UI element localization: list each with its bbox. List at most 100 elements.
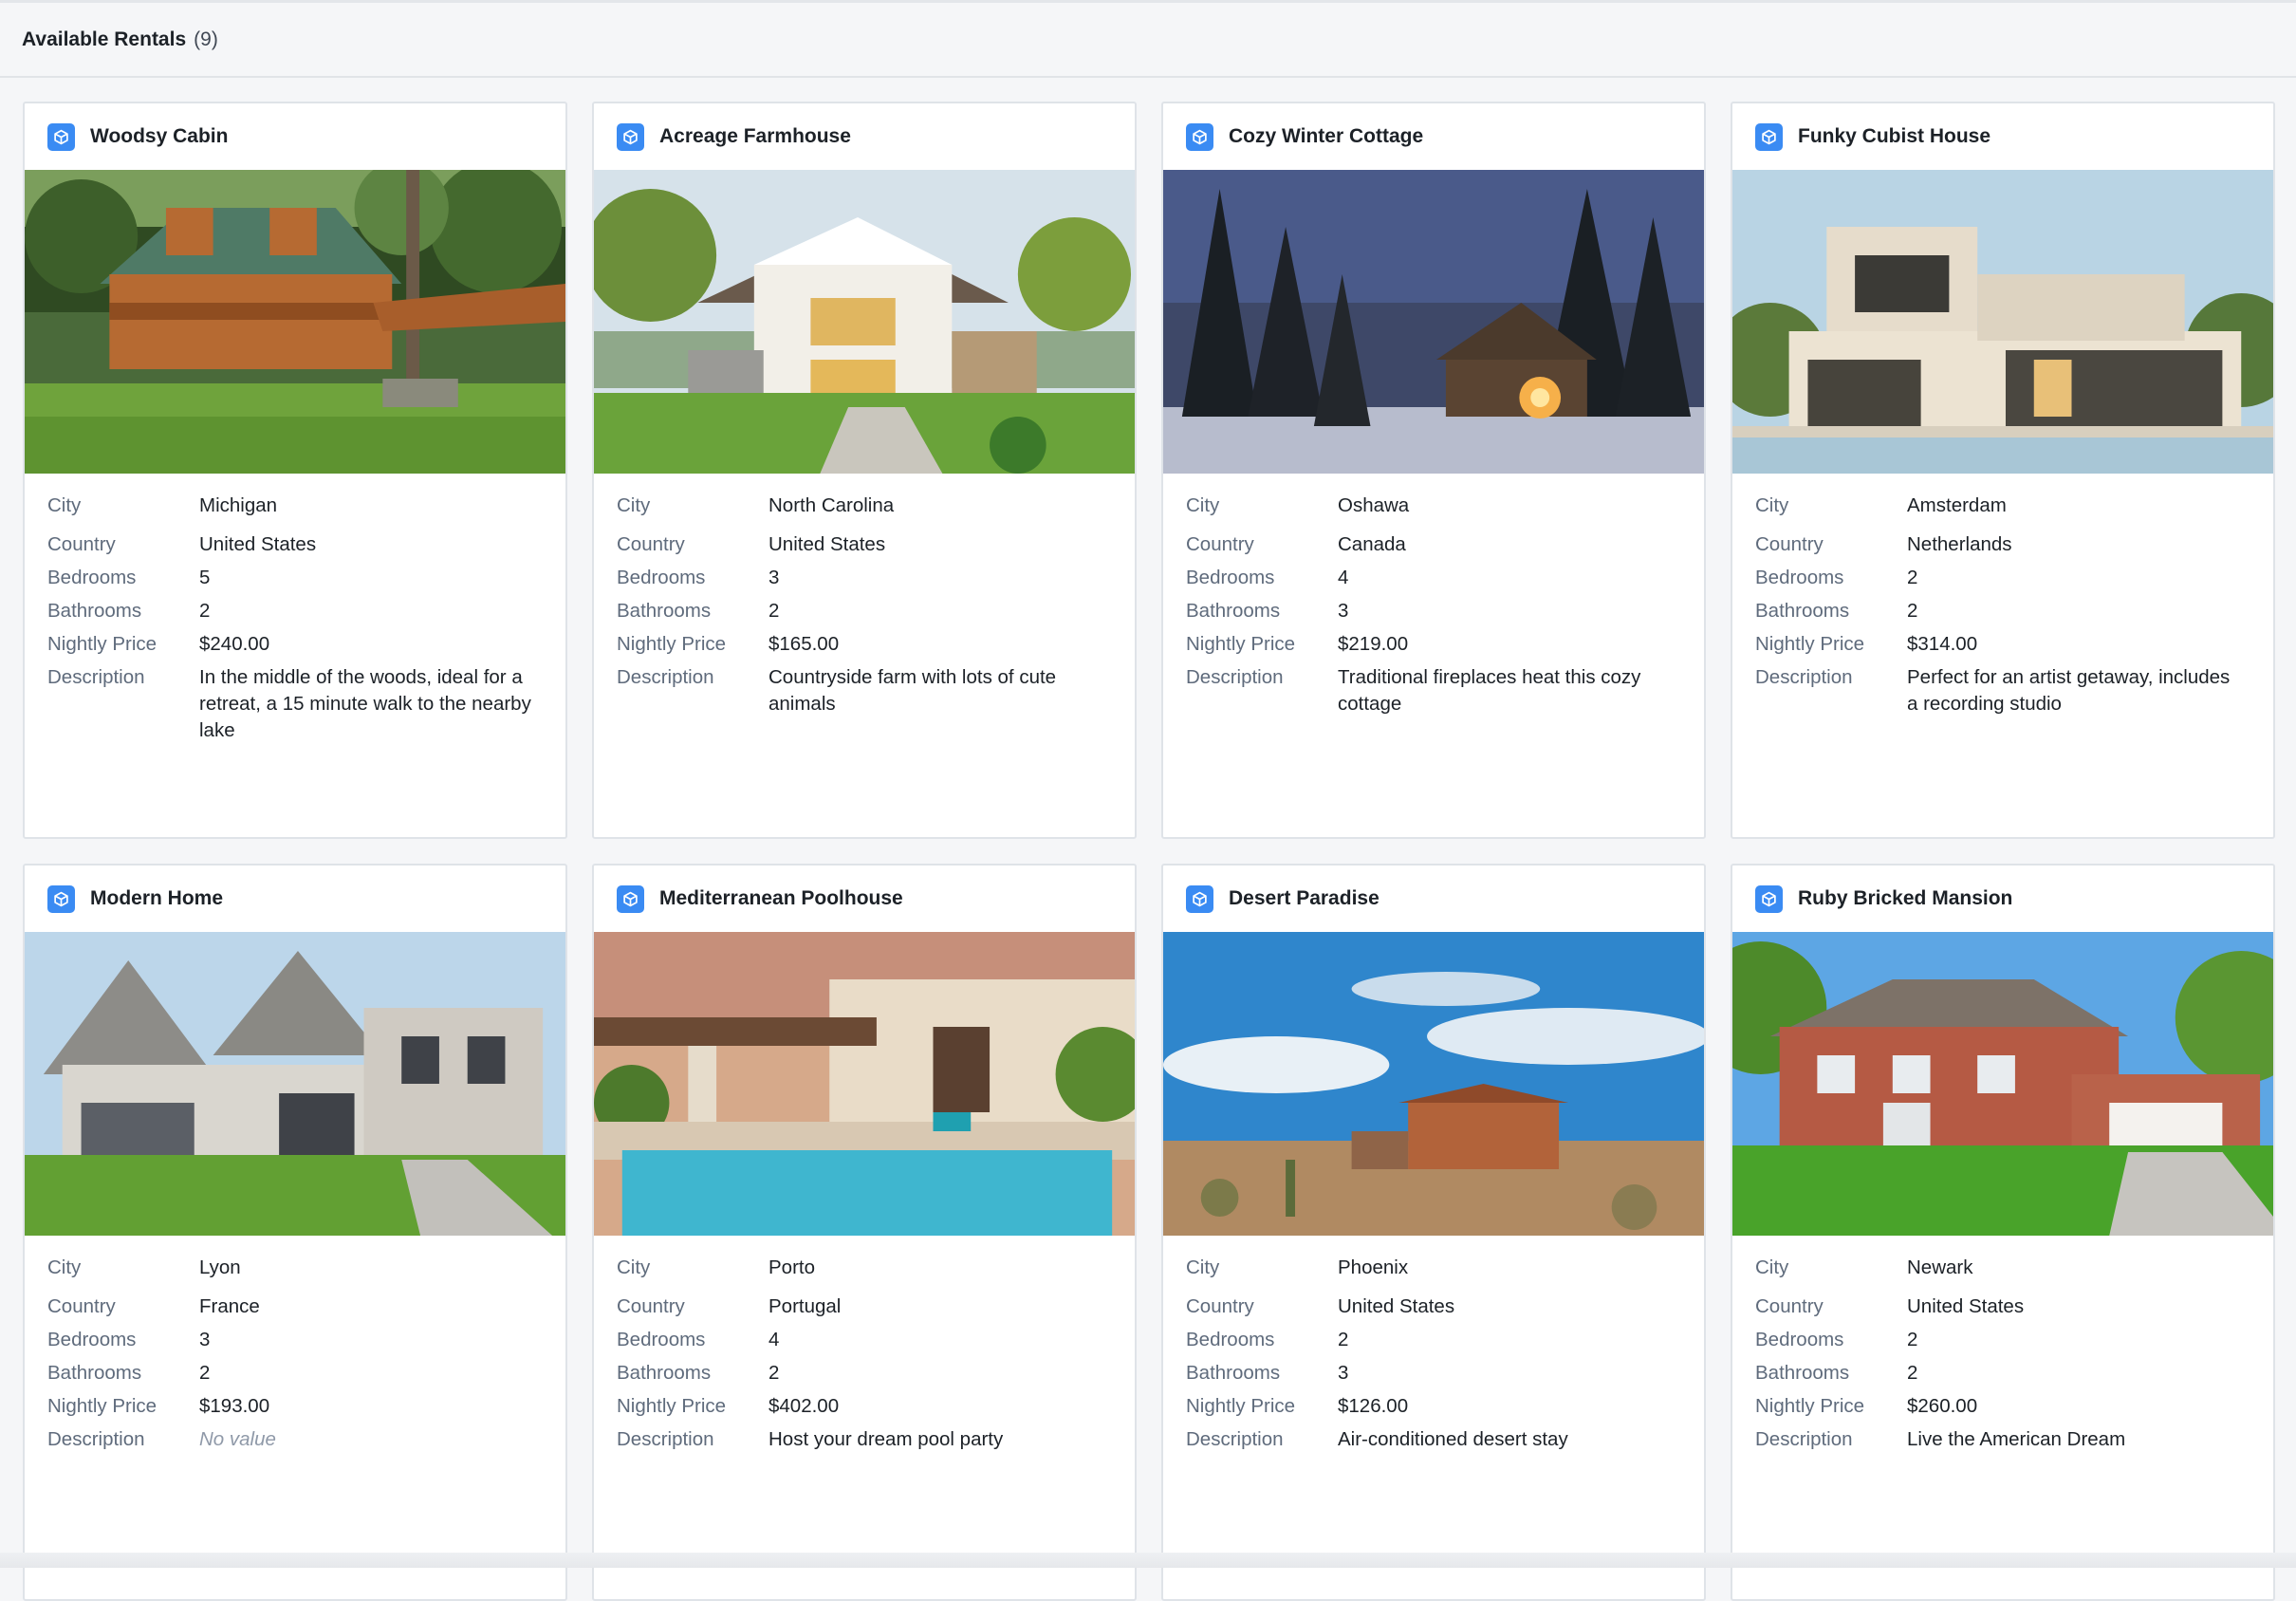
- card-title[interactable]: Funky Cubist House: [1798, 125, 1990, 148]
- rental-card[interactable]: Mediterranean Poolhouse City Porto Countr…: [592, 864, 1137, 1601]
- bedrooms-label: Bedrooms: [1186, 1329, 1275, 1350]
- bathrooms-label: Bathrooms: [47, 1362, 142, 1384]
- card-title[interactable]: Mediterranean Poolhouse: [659, 887, 903, 910]
- rental-card[interactable]: Desert Paradise City Phoenix Country Unite…: [1161, 864, 1706, 1601]
- city-label: City: [1186, 1257, 1220, 1278]
- price-value: $165.00: [768, 633, 840, 655]
- bathrooms-value: 2: [1907, 1362, 1918, 1384]
- property-list: City Lyon Country France Bedrooms 3 Bathroo…: [25, 1236, 565, 1460]
- country-label: Country: [1186, 1295, 1254, 1317]
- cube-icon: [47, 884, 75, 913]
- bedrooms-value: 4: [768, 1329, 780, 1350]
- rental-card[interactable]: Acreage Farmhouse City North Carolina Cou…: [592, 102, 1137, 839]
- price-value: $219.00: [1338, 633, 1409, 655]
- city-value: Phoenix: [1338, 1257, 1409, 1278]
- bathrooms-value: 2: [199, 600, 211, 622]
- description-label: Description: [617, 666, 714, 688]
- bedrooms-label: Bedrooms: [1755, 567, 1844, 588]
- farmhouse-photo: [594, 170, 1135, 474]
- cube-icon: [617, 884, 644, 913]
- bathrooms-label: Bathrooms: [617, 600, 712, 622]
- description-label: Description: [617, 1428, 714, 1450]
- city-label: City: [1186, 494, 1220, 516]
- property-list: City Amsterdam Country Netherlands Bedroom…: [1732, 474, 2273, 724]
- description-value: No value: [199, 1428, 276, 1450]
- price-value: $402.00: [768, 1395, 840, 1417]
- country-value: United States: [768, 533, 886, 555]
- city-value: Porto: [768, 1257, 815, 1278]
- country-value: United States: [1338, 1295, 1455, 1317]
- description-value: Countryside farm with lots of cute anima…: [768, 666, 1057, 715]
- rentals-grid: Woodsy Cabin City Michigan Country United …: [23, 102, 2275, 1601]
- cube-icon: [1186, 122, 1213, 151]
- card-header[interactable]: Funky Cubist House: [1732, 103, 2273, 170]
- bathrooms-label: Bathrooms: [1755, 600, 1850, 622]
- price-label: Nightly Price: [47, 633, 157, 655]
- card-title[interactable]: Cozy Winter Cottage: [1229, 125, 1423, 148]
- card-header[interactable]: Cozy Winter Cottage: [1163, 103, 1704, 170]
- card-header[interactable]: Modern Home: [25, 866, 565, 932]
- price-label: Nightly Price: [1186, 633, 1296, 655]
- card-title[interactable]: Woodsy Cabin: [90, 125, 228, 148]
- description-label: Description: [1755, 666, 1853, 688]
- bedrooms-value: 2: [1907, 567, 1918, 588]
- bedrooms-value: 3: [768, 567, 780, 588]
- description-value: In the middle of the woods, ideal for a …: [199, 666, 531, 741]
- price-label: Nightly Price: [1186, 1395, 1296, 1417]
- price-value: $260.00: [1907, 1395, 1978, 1417]
- card-header[interactable]: Woodsy Cabin: [25, 103, 565, 170]
- price-value: $314.00: [1907, 633, 1978, 655]
- bathrooms-value: 2: [768, 1362, 780, 1384]
- bathrooms-label: Bathrooms: [1186, 1362, 1281, 1384]
- rental-card[interactable]: Ruby Bricked Mansion City Newark Country U…: [1731, 864, 2275, 1601]
- bathrooms-value: 3: [1338, 1362, 1349, 1384]
- card-header[interactable]: Mediterranean Poolhouse: [594, 866, 1135, 932]
- country-label: Country: [1755, 533, 1824, 555]
- card-header[interactable]: Desert Paradise: [1163, 866, 1704, 932]
- bathrooms-label: Bathrooms: [1186, 600, 1281, 622]
- city-value: Newark: [1907, 1257, 1973, 1278]
- price-label: Nightly Price: [1755, 1395, 1865, 1417]
- list-footer-edge: [0, 1553, 2296, 1568]
- city-value: Amsterdam: [1907, 494, 2007, 516]
- rental-card[interactable]: Modern Home City Lyon Country France Bedro…: [23, 864, 567, 1601]
- city-value: Lyon: [199, 1257, 241, 1278]
- price-label: Nightly Price: [617, 1395, 727, 1417]
- bedrooms-value: 2: [1338, 1329, 1349, 1350]
- country-label: Country: [1755, 1295, 1824, 1317]
- price-label: Nightly Price: [617, 633, 727, 655]
- price-value: $193.00: [199, 1395, 270, 1417]
- bedrooms-value: 5: [199, 567, 211, 588]
- rental-card[interactable]: Woodsy Cabin City Michigan Country United …: [23, 102, 567, 839]
- bedrooms-value: 4: [1338, 567, 1349, 588]
- card-header[interactable]: Acreage Farmhouse: [594, 103, 1135, 170]
- bathrooms-value: 3: [1338, 600, 1349, 622]
- card-header[interactable]: Ruby Bricked Mansion: [1732, 866, 2273, 932]
- price-value: $126.00: [1338, 1395, 1409, 1417]
- cube-icon: [1186, 884, 1213, 913]
- list-header: Available Rentals (9): [0, 0, 2296, 78]
- cube-icon: [617, 122, 644, 151]
- bedrooms-label: Bedrooms: [1755, 1329, 1844, 1350]
- bathrooms-label: Bathrooms: [1755, 1362, 1850, 1384]
- country-value: Canada: [1338, 533, 1406, 555]
- bedrooms-label: Bedrooms: [617, 567, 706, 588]
- city-label: City: [47, 494, 82, 516]
- card-title[interactable]: Acreage Farmhouse: [659, 125, 851, 148]
- card-title[interactable]: Ruby Bricked Mansion: [1798, 887, 2012, 910]
- bedrooms-value: 3: [199, 1329, 211, 1350]
- description-label: Description: [47, 1428, 145, 1450]
- country-label: Country: [47, 533, 116, 555]
- rental-card[interactable]: Funky Cubist House City Amsterdam Country…: [1731, 102, 2275, 839]
- country-value: United States: [199, 533, 317, 555]
- card-title[interactable]: Modern Home: [90, 887, 223, 910]
- cabin-photo: [25, 170, 565, 474]
- cube-icon: [1755, 884, 1783, 913]
- cubist-house-photo: [1732, 170, 2273, 474]
- rental-card[interactable]: Cozy Winter Cottage City Oshawa Country Ca…: [1161, 102, 1706, 839]
- property-list: City Newark Country United States Bedrooms…: [1732, 1236, 2273, 1460]
- property-list: City Oshawa Country Canada Bedrooms 4 Bathr…: [1163, 474, 1704, 724]
- cottage-photo: [1163, 170, 1704, 474]
- cube-icon: [1755, 122, 1783, 151]
- card-title[interactable]: Desert Paradise: [1229, 887, 1379, 910]
